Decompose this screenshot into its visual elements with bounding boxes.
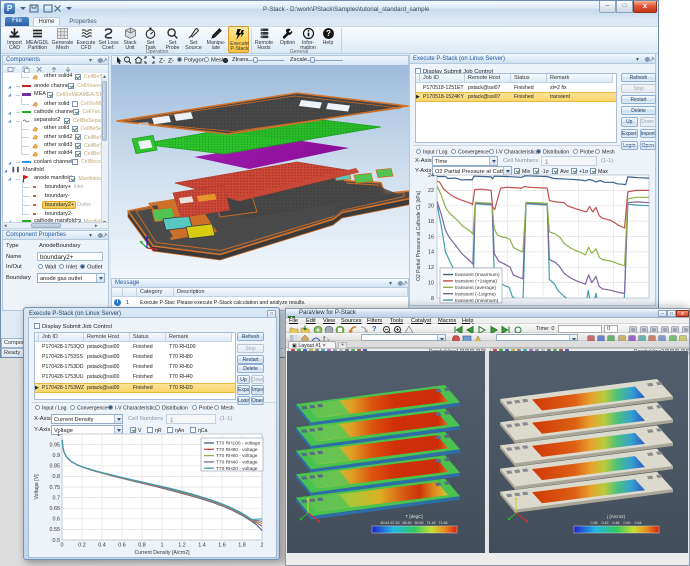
svg-text:j [A/cm2]: j [A/cm2]: [606, 514, 625, 519]
svg-text:18: 18: [428, 219, 434, 225]
svg-text:16: 16: [428, 234, 434, 240]
svg-text:0.55: 0.55: [50, 527, 61, 533]
svg-text:0.2: 0.2: [78, 543, 86, 549]
svg-text:transient (minimum): transient (minimum): [455, 298, 499, 304]
svg-text:1.6: 1.6: [218, 543, 226, 549]
svg-text:transient (average): transient (average): [455, 285, 496, 291]
svg-text:1: 1: [57, 432, 60, 438]
svg-text:0.8: 0.8: [138, 543, 146, 549]
svg-text:O2 Partial Pressure at Cathode: O2 Partial Pressure at Cathode CL [kPa]: [416, 190, 422, 280]
svg-text:T70 RH40 - voltage: T70 RH40 - voltage: [216, 460, 258, 466]
svg-text:Voltage [V]: Voltage [V]: [34, 474, 40, 500]
svg-text:0.5: 0.5: [53, 538, 61, 544]
svg-text:transient (maximum): transient (maximum): [455, 272, 500, 278]
svg-text:0.75: 0.75: [50, 485, 61, 491]
svg-text:12: 12: [428, 265, 434, 271]
svg-text:0.9: 0.9: [53, 453, 61, 459]
svg-text:T70 RH60 - voltage: T70 RH60 - voltage: [216, 453, 258, 459]
svg-text:60.61 67.15 68.49 69.83: 60.61 67.15 68.49 69.83 71.18 71.58: [381, 521, 448, 525]
svg-text:T70 RH100 - voltage: T70 RH100 - voltage: [216, 441, 261, 447]
svg-text:T70 RH80 - voltage: T70 RH80 - voltage: [216, 447, 258, 453]
svg-text:2: 2: [261, 543, 264, 549]
svg-text:transient (-1sigma): transient (-1sigma): [455, 291, 496, 297]
svg-text:8: 8: [431, 296, 434, 302]
svg-text:22: 22: [428, 188, 434, 194]
svg-text:0.4: 0.4: [98, 543, 106, 549]
svg-text:14: 14: [428, 250, 434, 256]
svg-text:0.7: 0.7: [53, 495, 61, 501]
svg-text:1.4: 1.4: [198, 543, 206, 549]
svg-text:0.65: 0.65: [50, 506, 61, 512]
svg-text:Z-: Z-: [168, 58, 174, 65]
svg-text:T [degC]: T [degC]: [405, 514, 422, 519]
svg-text:0.95: 0.95: [50, 442, 61, 448]
svg-text:Z-: Z-: [159, 58, 165, 65]
svg-text:?: ?: [326, 29, 331, 38]
svg-text:0.6: 0.6: [53, 517, 61, 523]
svg-text:1: 1: [161, 543, 164, 549]
svg-text:transient (+1sigma): transient (+1sigma): [455, 279, 497, 285]
svg-text:T70 RH20 - voltage: T70 RH20 - voltage: [216, 466, 258, 472]
svg-text:0: 0: [61, 543, 64, 549]
svg-text:10: 10: [428, 280, 434, 286]
svg-text:0.6: 0.6: [118, 543, 126, 549]
svg-text:1.8: 1.8: [238, 543, 246, 549]
svg-text:Current Density [A/cm2]: Current Density [A/cm2]: [134, 550, 190, 556]
svg-text:20: 20: [428, 204, 434, 210]
svg-text:0.38 0.42 0.46 0.50: 0.38 0.42 0.46 0.50 0.54: [591, 521, 642, 525]
svg-text:0.85: 0.85: [50, 464, 61, 470]
svg-text:1.2: 1.2: [178, 543, 186, 549]
svg-text:0.8: 0.8: [53, 474, 61, 480]
svg-text:24: 24: [428, 173, 434, 179]
